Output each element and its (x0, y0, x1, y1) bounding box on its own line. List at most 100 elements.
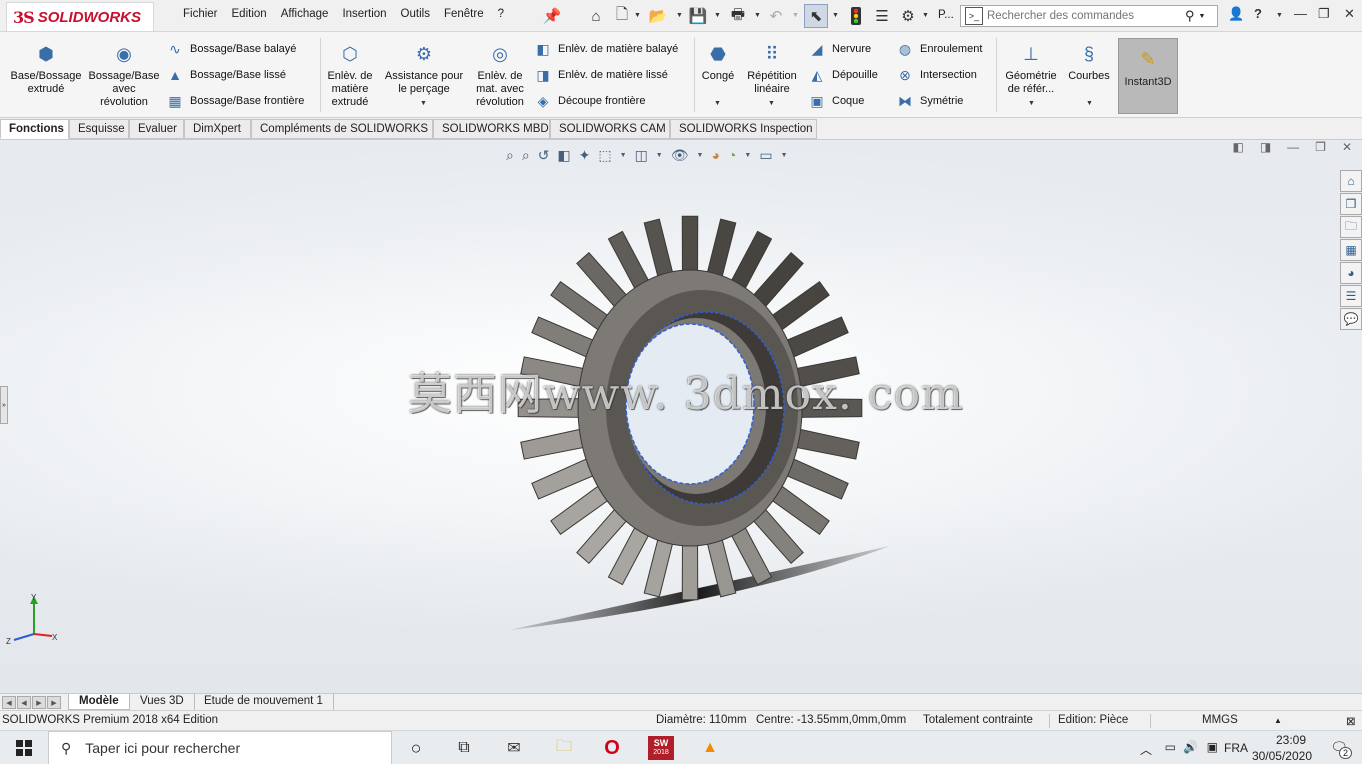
hole-wizard-button[interactable]: ⚙ Assistance pour le perçage (380, 42, 468, 96)
file-explorer-icon[interactable]: 🗀 (1340, 216, 1362, 238)
chevron-down-icon[interactable]: ▼ (656, 152, 663, 159)
rib-button[interactable]: ◢ Nervure (808, 40, 872, 58)
menu-fichier[interactable]: Fichier (176, 8, 225, 20)
chevron-down-icon[interactable]: ▼ (1028, 100, 1035, 107)
chevron-up-icon[interactable]: ▲ (1274, 716, 1282, 725)
bevel-gear-model[interactable]: + (480, 202, 900, 642)
next-tab-icon[interactable]: ▶ (32, 696, 46, 709)
open-folder-icon[interactable]: 📂 (648, 6, 668, 26)
tab-complements[interactable]: Compléments de SOLIDWORKS (251, 119, 433, 139)
close-icon[interactable]: ✕ (1344, 6, 1355, 22)
chevron-down-icon[interactable]: ▼ (420, 100, 427, 107)
chevron-down-icon[interactable]: ▼ (792, 12, 799, 19)
cut-loft-button[interactable]: ◨ Enlèv. de matière lissé (534, 66, 667, 84)
save-icon[interactable]: 💾 (688, 6, 708, 26)
opera-icon[interactable]: O (600, 736, 624, 760)
solidworks-taskbar-icon[interactable]: SW 2018 (648, 736, 674, 760)
vlc-icon[interactable]: ▲ (698, 736, 722, 760)
windows-start-button[interactable] (0, 731, 48, 764)
base-extrude-button[interactable]: ⬢ Base/Bossage extrudé (8, 42, 84, 96)
chevron-down-icon[interactable]: ▼ (620, 152, 627, 159)
view-orientation-icon[interactable]: ⬚ (598, 147, 611, 164)
curves-button[interactable]: § Courbes (1064, 42, 1114, 83)
tab-esquisse[interactable]: Esquisse (69, 119, 129, 139)
network-icon[interactable]: ▣ (1207, 740, 1218, 754)
instant3d-toggle[interactable]: ✎ Instant3D (1118, 38, 1178, 114)
minimize-icon[interactable]: — (1287, 140, 1299, 154)
shell-button[interactable]: ▣ Coque (808, 92, 864, 110)
design-library-icon[interactable]: ❒ (1340, 193, 1362, 215)
file-explorer-icon[interactable]: 🗀 (552, 736, 576, 760)
view-settings-icon[interactable]: ▭ (759, 147, 772, 164)
chevron-down-icon[interactable]: ▼ (744, 152, 751, 159)
chevron-down-icon[interactable]: ▼ (1086, 100, 1093, 107)
cut-swept-button[interactable]: ◧ Enlèv. de matière balayé (534, 40, 678, 58)
cut-extrude-button[interactable]: ⬡ Enlèv. de matière extrudé (324, 42, 376, 109)
mail-icon[interactable]: ✉ (502, 736, 526, 760)
menu-edition[interactable]: Edition (225, 8, 274, 20)
draft-button[interactable]: ◭ Dépouille (808, 66, 878, 84)
tab-fonctions[interactable]: Fonctions (0, 119, 69, 139)
minimize-icon[interactable]: — (1294, 6, 1307, 21)
intersect-button[interactable]: ⊗ Intersection (896, 66, 977, 84)
linear-pattern-button[interactable]: ⠿ Répétition linéaire (742, 42, 802, 96)
chevron-down-icon[interactable]: ▼ (1276, 12, 1283, 19)
tab-inspection[interactable]: SOLIDWORKS Inspection (670, 119, 817, 139)
chevron-down-icon[interactable]: ▼ (781, 152, 788, 159)
undo-icon[interactable]: ↶ (766, 6, 786, 26)
previous-tab-icon[interactable]: ◀ (17, 696, 31, 709)
menu-outils[interactable]: Outils (394, 8, 437, 20)
solidworks-logo[interactable]: 3S SOLIDWORKS (6, 2, 154, 32)
taskbar-search[interactable]: ⚲ Taper ici pour rechercher (48, 731, 392, 764)
user-icon[interactable]: 👤 (1228, 6, 1244, 22)
help-icon[interactable]: ? (1254, 6, 1262, 21)
previous-view-icon[interactable]: ↺ (538, 147, 550, 164)
tab-mbd[interactable]: SOLIDWORKS MBD (433, 119, 550, 139)
restore-icon[interactable]: ❐ (1315, 140, 1326, 154)
clock-date[interactable]: 30/05/2020 (1252, 749, 1312, 763)
chevron-down-icon[interactable]: ▼ (714, 100, 721, 107)
chevron-down-icon[interactable]: ▼ (676, 12, 683, 19)
loft-boss-button[interactable]: ▲ Bossage/Base lissé (166, 66, 286, 84)
last-tab-icon[interactable]: ▶ (47, 696, 61, 709)
reference-geometry-button[interactable]: ⊥ Géométrie de référ... (1000, 42, 1062, 96)
pin-icon[interactable]: 📌 (542, 6, 562, 26)
wrap-button[interactable]: ◍ Enroulement (896, 40, 982, 58)
home-icon[interactable]: ⌂ (1340, 170, 1362, 192)
graphics-area[interactable]: ⌕ ⌕ ↺ ◧ ✦ ⬚ ▼ ◫ ▼ 👁 ▼ ◕ ◔ ▼ ▭ ▼ ◧ ◨ — ❐ … (0, 140, 1362, 693)
chevron-down-icon[interactable]: ▼ (634, 12, 641, 19)
cortana-icon[interactable]: ○ (404, 736, 428, 760)
dynamic-annotation-icon[interactable]: ✦ (579, 147, 591, 164)
close-icon[interactable]: ✕ (1342, 140, 1352, 154)
menu-insertion[interactable]: Insertion (335, 8, 393, 20)
options-list-icon[interactable]: ☰ (872, 6, 892, 26)
tab-vues-3d[interactable]: Vues 3D (130, 694, 195, 710)
restore-icon[interactable]: ❐ (1318, 6, 1330, 22)
first-tab-icon[interactable]: ◀ (2, 696, 16, 709)
battery-icon[interactable]: ▭ (1165, 740, 1176, 754)
chevron-down-icon[interactable]: ▼ (1199, 13, 1206, 20)
swept-boss-button[interactable]: ∿ Bossage/Base balayé (166, 40, 296, 58)
custom-properties-icon[interactable]: ☰ (1340, 285, 1362, 307)
tab-dimxpert[interactable]: DimXpert (184, 119, 251, 139)
chevron-down-icon[interactable]: ▼ (697, 152, 704, 159)
volume-icon[interactable]: 🔊 (1183, 740, 1198, 754)
search-icon[interactable]: ⚲ (1185, 8, 1195, 24)
home-icon[interactable]: ⌂ (586, 6, 606, 26)
chevron-up-icon[interactable]: ︿ (1140, 741, 1152, 758)
tab-evaluer[interactable]: Evaluer (129, 119, 184, 139)
zoom-to-area-icon[interactable]: ⌕ (522, 147, 530, 164)
select-cursor-icon[interactable]: ⬉ (804, 4, 828, 28)
chevron-down-icon[interactable]: ▼ (754, 12, 761, 19)
fillet-button[interactable]: ⬣ Congé (698, 42, 738, 83)
print-icon[interactable]: 🖶 (728, 6, 748, 26)
cut-revolve-button[interactable]: ◎ Enlèv. de mat. avec révolution (470, 42, 530, 109)
chevron-down-icon[interactable]: ▼ (714, 12, 721, 19)
boundary-cut-button[interactable]: ◈ Découpe frontière (534, 92, 646, 110)
menu-affichage[interactable]: Affichage (274, 8, 336, 20)
forum-icon[interactable]: 💬 (1340, 308, 1362, 330)
zoom-to-fit-icon[interactable]: ⌕ (506, 147, 514, 164)
view-palette-icon[interactable]: ▦ (1340, 239, 1362, 261)
boundary-boss-button[interactable]: ▦ Bossage/Base frontière (166, 92, 304, 110)
chevron-down-icon[interactable]: ▼ (768, 100, 775, 107)
